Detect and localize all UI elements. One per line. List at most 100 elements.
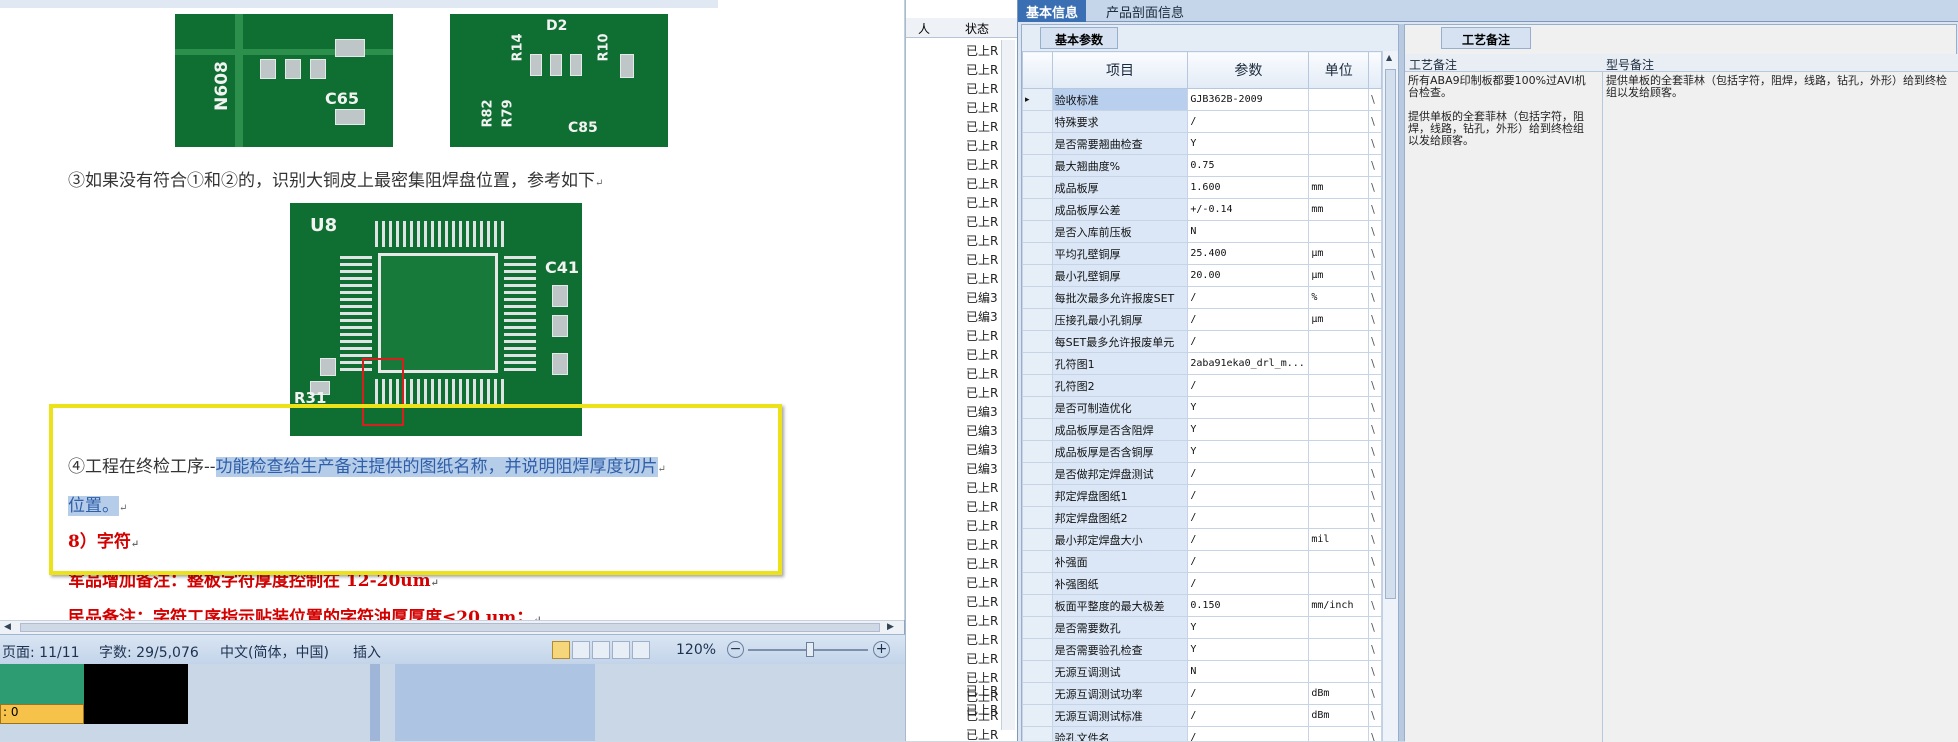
insert-mode[interactable]: 插入 bbox=[353, 642, 381, 662]
param-row[interactable]: 是否入库前压板 N \ bbox=[1022, 220, 1382, 243]
param-value[interactable]: 1.600 bbox=[1187, 176, 1310, 199]
tree-item[interactable]: 已上R bbox=[966, 701, 998, 718]
list-item-status[interactable]: 已上R bbox=[966, 61, 1006, 78]
zoom-out-icon[interactable]: − bbox=[727, 641, 744, 658]
horizontal-scroll-thumb[interactable] bbox=[20, 623, 880, 632]
list-item-status[interactable]: 已上R bbox=[966, 612, 1006, 629]
param-value[interactable]: / bbox=[1187, 308, 1310, 331]
splitter[interactable] bbox=[370, 664, 380, 741]
param-row[interactable]: 验孔文件名 / \ bbox=[1022, 726, 1382, 741]
param-row[interactable]: 平均孔壁铜厚 25.400 μm \ bbox=[1022, 242, 1382, 265]
language-indicator[interactable]: 中文(简体，中国) bbox=[220, 642, 329, 662]
column-header-unit[interactable]: 单位 bbox=[1308, 51, 1370, 89]
param-value[interactable]: / bbox=[1187, 462, 1310, 485]
param-row[interactable]: 无源互调测试标准 / dBm \ bbox=[1022, 704, 1382, 727]
tree-item[interactable]: 已上R bbox=[966, 682, 998, 699]
list-item-status[interactable]: 已上R bbox=[966, 213, 1006, 230]
column-header-value[interactable]: 参数 bbox=[1187, 51, 1310, 89]
param-row[interactable]: 是否可制造优化 Y \ bbox=[1022, 396, 1382, 419]
param-row[interactable]: 孔符图2/ \ bbox=[1022, 374, 1382, 397]
list-item-status[interactable]: 已编3 bbox=[966, 441, 1006, 458]
column-header-model-note[interactable]: 型号备注 bbox=[1606, 56, 1654, 73]
param-value[interactable]: Y bbox=[1187, 396, 1310, 419]
list-item-status[interactable]: 已上R bbox=[966, 137, 1006, 154]
param-row[interactable]: 邦定焊盘图纸2/ \ bbox=[1022, 506, 1382, 529]
list-scrollbar[interactable] bbox=[1001, 40, 1015, 730]
param-value[interactable]: Y bbox=[1187, 418, 1310, 441]
document-page[interactable]: N608 C65 D2 R14 R10 R82 R79 C85 ③如果没有符合①… bbox=[0, 0, 904, 620]
list-item-status[interactable]: 已上R bbox=[966, 555, 1006, 572]
param-row[interactable]: 板面平整度的最大极差 0.150 mm/inch \ bbox=[1022, 594, 1382, 617]
zoom-slider-thumb[interactable] bbox=[806, 642, 814, 657]
list-item-status[interactable]: 已上R bbox=[966, 517, 1006, 534]
basic-params-tab[interactable]: 基本参数 bbox=[1040, 27, 1119, 49]
param-row[interactable]: 无源互调测试功率 / dBm \ bbox=[1022, 682, 1382, 705]
param-value[interactable]: GJB362B-2009 bbox=[1187, 88, 1310, 111]
param-row[interactable]: 是否需要数孔 Y \ bbox=[1022, 616, 1382, 639]
list-item-status[interactable]: 已上R bbox=[966, 479, 1006, 496]
draft-view-icon[interactable] bbox=[632, 641, 650, 659]
web-layout-icon[interactable] bbox=[592, 641, 610, 659]
document-horizontal-scrollbar[interactable]: ◀ ▶ bbox=[0, 620, 904, 634]
list-item-status[interactable]: 已编3 bbox=[966, 308, 1006, 325]
param-value[interactable]: 0.75 bbox=[1187, 154, 1310, 177]
list-item-status[interactable]: 已编3 bbox=[966, 403, 1006, 420]
param-value[interactable]: N bbox=[1187, 660, 1310, 683]
param-row[interactable]: 成品板厚 1.600 mm \ bbox=[1022, 176, 1382, 199]
list-item-status[interactable]: 已上R bbox=[966, 99, 1006, 116]
scroll-left-icon[interactable]: ◀ bbox=[4, 622, 11, 632]
param-value[interactable]: 0.150 bbox=[1187, 594, 1310, 617]
list-item-status[interactable]: 已上R bbox=[966, 384, 1006, 401]
param-row[interactable]: 无源互调测试 N \ bbox=[1022, 660, 1382, 683]
list-item-status[interactable]: 已上R bbox=[966, 346, 1006, 363]
list-item-status[interactable]: 已上R bbox=[966, 327, 1006, 344]
param-value[interactable]: / bbox=[1187, 550, 1310, 573]
scroll-right-icon[interactable]: ▶ bbox=[887, 622, 894, 632]
param-value[interactable]: / bbox=[1187, 506, 1310, 529]
param-row[interactable]: 邦定焊盘图纸1/ \ bbox=[1022, 484, 1382, 507]
process-note-cell[interactable]: 所有ABA9印制板都要100%过AVI机台检查。 提供单板的全套菲林（包括字符，… bbox=[1405, 72, 1603, 742]
tab-basic-info[interactable]: 基本信息 bbox=[1018, 0, 1087, 22]
column-header-status[interactable]: 状态 bbox=[965, 20, 989, 37]
list-item-status[interactable]: 已上R bbox=[966, 726, 1006, 741]
list-item-status[interactable]: 已上R bbox=[966, 593, 1006, 610]
model-note-cell[interactable]: 提供单板的全套菲林（包括字符，阻焊，线路，钻孔，外形）给到终检组以发给顾客。 bbox=[1603, 72, 1958, 742]
tab-product-section-info[interactable]: 产品剖面信息 bbox=[1098, 0, 1192, 22]
param-row[interactable]: 每批次最多允许报废SET /% \ bbox=[1022, 286, 1382, 309]
param-row[interactable]: 成品板厚是否含铜厚 Y \ bbox=[1022, 440, 1382, 463]
param-row[interactable]: 最小孔壁铜厚 20.00 μm \ bbox=[1022, 264, 1382, 287]
list-item-status[interactable]: 已上R bbox=[966, 42, 1006, 59]
param-row[interactable]: 是否需要验孔检查 Y \ bbox=[1022, 638, 1382, 661]
param-row[interactable]: 补强面 / \ bbox=[1022, 550, 1382, 573]
param-value[interactable]: / bbox=[1187, 374, 1310, 397]
param-value[interactable]: Y bbox=[1187, 638, 1310, 661]
param-row[interactable]: 补强图纸 / \ bbox=[1022, 572, 1382, 595]
param-value[interactable]: / bbox=[1187, 484, 1310, 507]
param-value[interactable]: / bbox=[1187, 572, 1310, 595]
list-item-status[interactable]: 已上R bbox=[966, 650, 1006, 667]
param-value[interactable]: +/-0.14 bbox=[1187, 198, 1310, 221]
list-item-status[interactable]: 已上R bbox=[966, 156, 1006, 173]
zoom-level[interactable]: 120% bbox=[676, 642, 716, 658]
param-row[interactable]: 是否做邦定焊盘测试 / \ bbox=[1022, 462, 1382, 485]
param-row[interactable]: 最小邦定焊盘大小 / mil \ bbox=[1022, 528, 1382, 551]
grid-scrollbar[interactable]: ▲ bbox=[1382, 51, 1398, 741]
column-header-process-note[interactable]: 工艺备注 bbox=[1409, 56, 1457, 73]
reading-layout-icon[interactable] bbox=[572, 641, 590, 659]
list-item-status[interactable]: 已上R bbox=[966, 80, 1006, 97]
list-item-status[interactable]: 已上R bbox=[966, 251, 1006, 268]
param-row[interactable]: 每SET最多允许报废单元 / \ bbox=[1022, 330, 1382, 353]
param-value[interactable]: Y bbox=[1187, 616, 1310, 639]
list-item-status[interactable]: 已上R bbox=[966, 536, 1006, 553]
process-notes-tab[interactable]: 工艺备注 bbox=[1441, 27, 1532, 49]
param-row[interactable]: 成品板厚公差 +/-0.14 mm \ bbox=[1022, 198, 1382, 221]
param-value[interactable]: / bbox=[1187, 682, 1310, 705]
list-item-status[interactable]: 已上R bbox=[966, 232, 1006, 249]
param-row[interactable]: 孔符图1 2aba91eka0_drl_m... \ bbox=[1022, 352, 1382, 375]
param-value[interactable]: / bbox=[1187, 704, 1310, 727]
param-value[interactable]: N bbox=[1187, 220, 1310, 243]
param-value[interactable]: 2aba91eka0_drl_m... bbox=[1187, 352, 1310, 375]
param-row[interactable]: 是否需要翘曲检查 Y \ bbox=[1022, 132, 1382, 155]
param-value[interactable]: Y bbox=[1187, 440, 1310, 463]
grid-scroll-thumb[interactable] bbox=[1385, 69, 1396, 599]
